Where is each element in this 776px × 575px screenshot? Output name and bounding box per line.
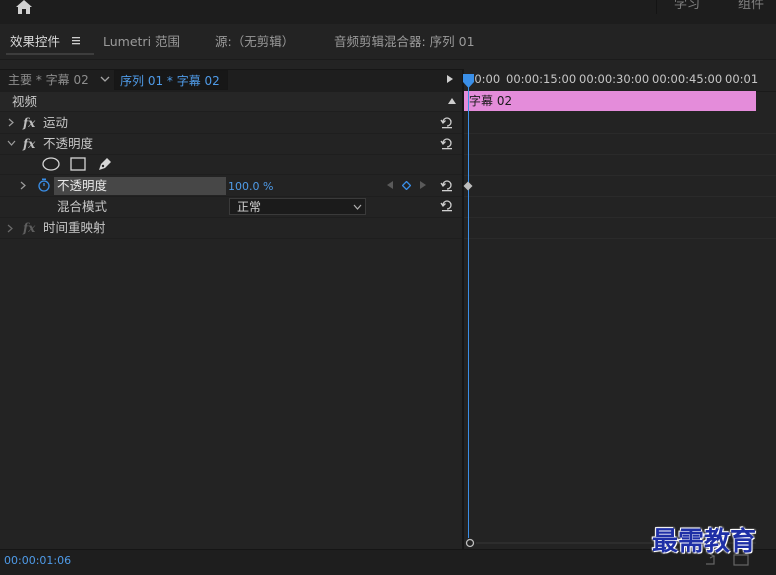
chevron-down-icon[interactable] [100, 76, 110, 83]
ruler-tick-label: 00:01 [725, 72, 759, 86]
play-triangle-icon[interactable] [447, 75, 453, 83]
timeline-row-divider [464, 196, 776, 197]
watermark-text: 最需教育 [652, 527, 757, 557]
ruler-tick-label: 00:00:15:00 [506, 72, 577, 86]
active-tab-indicator [6, 53, 94, 55]
timeline-row-divider [464, 217, 776, 218]
motion-effect-row[interactable] [0, 112, 462, 134]
workspace-tab-learn[interactable]: 学习 [656, 0, 717, 14]
playhead-line[interactable] [468, 80, 469, 538]
chevron-down-icon [353, 204, 362, 210]
opacity-effect-label: 不透明度 [43, 136, 94, 151]
motion-label: 运动 [43, 115, 69, 130]
timeline-row-divider [464, 133, 776, 134]
reset-icon[interactable] [440, 178, 454, 192]
keyframe-diamond-icon[interactable] [463, 181, 473, 191]
timeline-row-divider [464, 154, 776, 155]
chevron-right-icon[interactable] [8, 118, 15, 127]
blend-mode-label: 混合模式 [57, 199, 108, 214]
collapse-up-icon[interactable] [448, 98, 456, 104]
tab-audio-clip-mixer[interactable]: 音频剪辑混合器: 序列 01 [334, 33, 475, 51]
workspace-tab-components[interactable]: 组件 [726, 0, 776, 14]
playhead-handle-icon[interactable] [463, 74, 474, 88]
opacity-value-field[interactable]: 100.0 % [228, 180, 273, 194]
timeline-row-divider [464, 175, 776, 176]
video-section-label: 视频 [12, 94, 38, 109]
video-section-row [0, 92, 462, 112]
reset-icon[interactable] [440, 115, 454, 129]
opacity-param-label: 不透明度 [57, 178, 108, 193]
tab-lumetri-scopes[interactable]: Lumetri 范围 [103, 33, 180, 51]
pen-mask-icon[interactable] [97, 156, 113, 172]
fx-toggle-icon[interactable]: fx [23, 116, 35, 130]
stopwatch-icon[interactable] [37, 178, 51, 192]
current-timecode[interactable]: 00:00:01:06 [4, 554, 71, 568]
time-remap-label: 时间重映射 [43, 220, 106, 235]
timeline-row-divider [464, 238, 776, 239]
next-keyframe-icon[interactable] [420, 181, 426, 189]
master-clip-label[interactable]: 主要 * 字幕 02 [8, 72, 89, 88]
tab-source[interactable]: 源:（无剪辑） [215, 33, 294, 51]
panel-divider[interactable] [462, 69, 464, 549]
rectangle-mask-icon[interactable] [70, 157, 86, 171]
clip-label: 字幕 02 [469, 94, 513, 108]
hamburger-menu-icon[interactable] [70, 33, 82, 47]
tab-effect-controls[interactable]: 效果控件 [10, 33, 60, 51]
add-keyframe-icon[interactable] [402, 181, 411, 190]
reset-icon[interactable] [440, 198, 454, 212]
sequence-clip-selector[interactable]: 序列 01 * 字幕 02 [114, 70, 228, 90]
prev-keyframe-icon[interactable] [387, 181, 393, 189]
chevron-down-icon[interactable] [7, 140, 16, 147]
chevron-right-icon[interactable] [20, 181, 27, 190]
home-icon[interactable] [13, 0, 35, 14]
ruler-tick-label: 00:00:45:00 [652, 72, 723, 86]
ellipse-mask-icon[interactable] [42, 157, 60, 171]
chevron-right-icon[interactable] [7, 224, 14, 233]
reset-icon[interactable] [440, 136, 454, 150]
fx-toggle-icon[interactable]: fx [23, 137, 35, 151]
fx-toggle-icon[interactable]: fx [23, 221, 35, 235]
blend-mode-dropdown[interactable]: 正常 [229, 198, 366, 215]
ruler-tick-label: 00:00:30:00 [579, 72, 650, 86]
blend-mode-value: 正常 [237, 200, 262, 214]
